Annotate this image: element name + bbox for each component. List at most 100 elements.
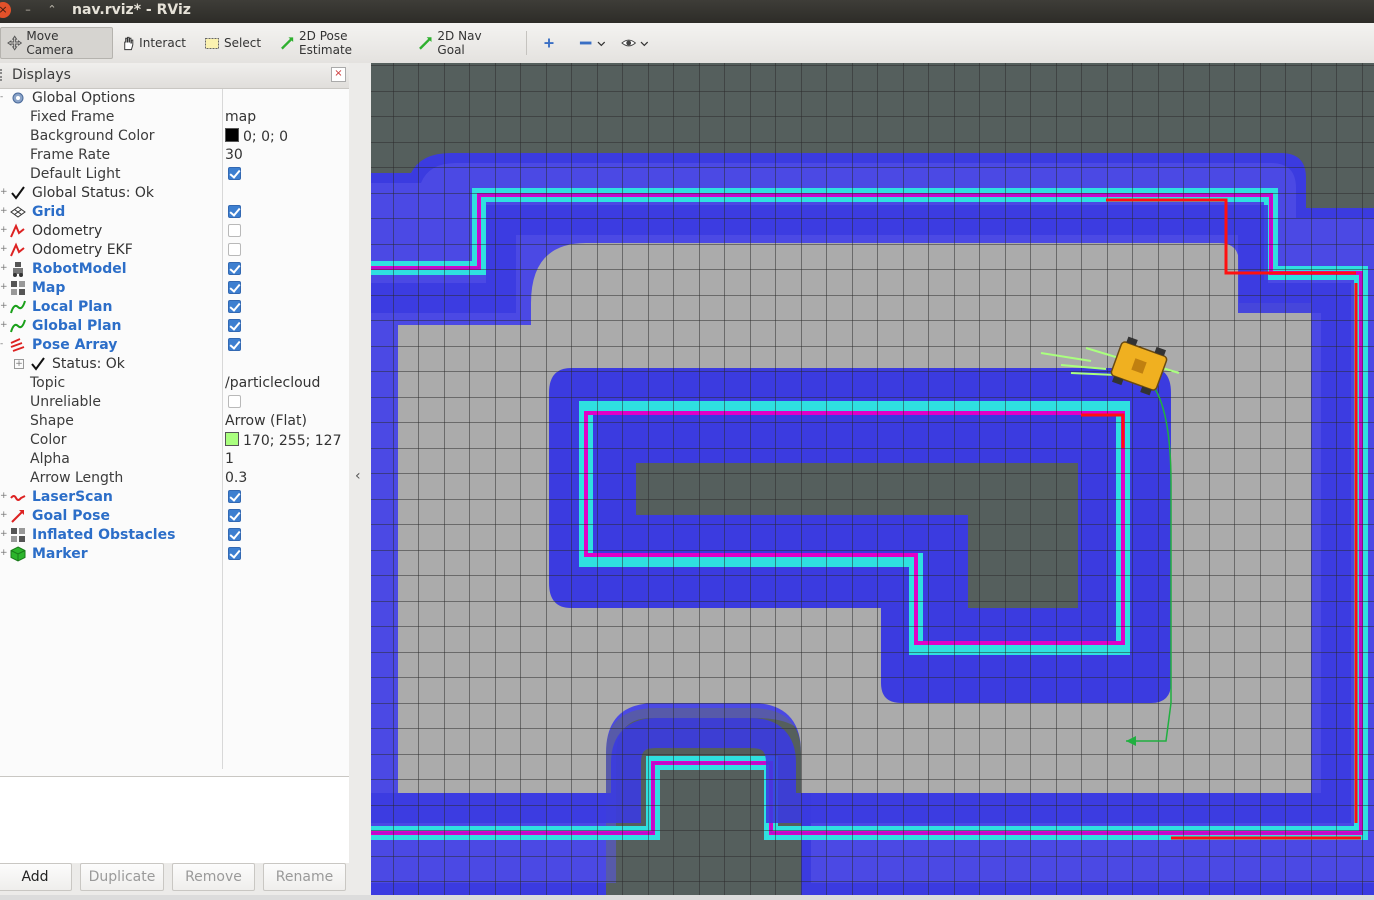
topic-value[interactable]: /particlecloud — [225, 375, 320, 391]
duplicate-button[interactable]: Duplicate — [80, 863, 164, 891]
tree-row-robotmodel[interactable]: + RobotModel — [0, 260, 349, 279]
tree-row-global-plan[interactable]: + Global Plan — [0, 317, 349, 336]
chevron-down-icon — [597, 41, 606, 46]
robotmodel-checkbox[interactable] — [228, 262, 241, 275]
remove-tool-menu[interactable] — [572, 27, 612, 59]
color-value[interactable]: 170; 255; 127 — [225, 432, 342, 449]
tree-row-global-options[interactable]: - Global Options — [0, 89, 349, 108]
close-icon[interactable]: × — [331, 67, 346, 82]
tree-row-arrow-length[interactable]: Arrow Length 0.3 — [0, 469, 349, 488]
tree-label: Fixed Frame — [30, 109, 115, 125]
tree-row-alpha[interactable]: Alpha 1 — [0, 450, 349, 469]
pose-array-icon — [10, 338, 25, 352]
expand-icon[interactable]: + — [0, 320, 8, 331]
frame-rate-value[interactable]: 30 — [225, 147, 243, 163]
pose-icon — [11, 510, 24, 523]
shape-value[interactable]: Arrow (Flat) — [225, 413, 307, 429]
tree-row-goal-pose[interactable]: + Goal Pose — [0, 507, 349, 526]
tree-row-grid[interactable]: + Grid — [0, 203, 349, 222]
tree-row-map[interactable]: + Map — [0, 279, 349, 298]
tool-bar: Move Camera Interact Select 2D Pose Esti… — [0, 23, 1374, 64]
tree-row-marker[interactable]: + Marker — [0, 545, 349, 564]
fixed-frame-value[interactable]: map — [225, 109, 256, 125]
panel-splitter[interactable]: ‹ — [349, 63, 371, 900]
tree-row-odometry-ekf[interactable]: + Odometry EKF — [0, 241, 349, 260]
default-light-checkbox[interactable] — [228, 167, 241, 180]
tree-row-shape[interactable]: Shape Arrow (Flat) — [0, 412, 349, 431]
arrow-length-value[interactable]: 0.3 — [225, 470, 247, 486]
pose-array-checkbox[interactable] — [228, 338, 241, 351]
select-tool[interactable]: Select — [198, 27, 268, 59]
eye-icon — [621, 39, 637, 47]
odometry-ekf-checkbox[interactable] — [228, 243, 241, 256]
check-icon — [31, 357, 45, 371]
rename-button[interactable]: Rename — [263, 863, 346, 891]
chevron-left-icon[interactable]: ‹ — [355, 468, 361, 484]
add-button[interactable]: Add — [0, 863, 72, 891]
tree-row-status-ok[interactable]: + Status: Ok — [0, 355, 349, 374]
local-plan-checkbox[interactable] — [228, 300, 241, 313]
tree-row-default-light[interactable]: Default Light — [0, 165, 349, 184]
minimize-icon[interactable]: – — [20, 2, 36, 18]
tree-label: Global Options — [32, 90, 136, 106]
tree-row-inflated-obstacles[interactable]: + Inflated Obstacles — [0, 526, 349, 545]
view-menu[interactable] — [615, 27, 655, 59]
goal-pose-checkbox[interactable] — [228, 509, 241, 522]
tree-row-fixed-frame[interactable]: Fixed Frame map — [0, 108, 349, 127]
maximize-icon[interactable]: ⌃ — [44, 2, 60, 18]
expand-icon[interactable]: + — [0, 225, 8, 236]
tree-row-color[interactable]: Color 170; 255; 127 — [0, 431, 349, 450]
status-strip — [0, 895, 1374, 900]
map-icon — [11, 528, 25, 542]
expand-icon[interactable]: + — [0, 529, 8, 540]
move-camera-tool[interactable]: Move Camera — [0, 27, 113, 59]
close-icon[interactable]: × — [0, 2, 11, 18]
add-tool-button[interactable] — [537, 27, 565, 59]
map-canvas[interactable] — [371, 63, 1374, 895]
remove-button[interactable]: Remove — [172, 863, 255, 891]
title-bar: × – ⌃ nav.rviz* - RViz — [0, 0, 1374, 23]
pose-estimate-tool[interactable]: 2D Pose Estimate — [274, 27, 404, 59]
alpha-value[interactable]: 1 — [225, 451, 234, 467]
tree-row-local-plan[interactable]: + Local Plan — [0, 298, 349, 317]
description-area — [0, 776, 349, 865]
expand-icon[interactable]: + — [0, 301, 8, 312]
grid-checkbox[interactable] — [228, 205, 241, 218]
marker-checkbox[interactable] — [228, 547, 241, 560]
laserscan-checkbox[interactable] — [228, 490, 241, 503]
expand-icon[interactable]: + — [0, 510, 8, 521]
tree-row-odometry[interactable]: + Odometry — [0, 222, 349, 241]
check-icon — [11, 186, 25, 200]
expand-icon[interactable]: + — [0, 263, 8, 274]
inflated-obstacles-checkbox[interactable] — [228, 528, 241, 541]
tree-row-global-status[interactable]: + Global Status: Ok — [0, 184, 349, 203]
plus-icon — [544, 38, 554, 48]
color-text: 170; 255; 127 — [243, 433, 342, 449]
expand-icon[interactable]: + — [0, 187, 8, 198]
tree-row-frame-rate[interactable]: Frame Rate 30 — [0, 146, 349, 165]
robot-icon — [13, 262, 23, 277]
global-plan-checkbox[interactable] — [228, 319, 241, 332]
tree-row-topic[interactable]: Topic /particlecloud — [0, 374, 349, 393]
odometry-checkbox[interactable] — [228, 224, 241, 237]
tree-row-pose-array[interactable]: - Pose Array — [0, 336, 349, 355]
collapse-icon[interactable]: - — [0, 339, 7, 350]
tree-row-unreliable[interactable]: Unreliable — [0, 393, 349, 412]
background-color-value[interactable]: 0; 0; 0 — [225, 128, 288, 145]
map-checkbox[interactable] — [228, 281, 241, 294]
tree-label: Grid — [32, 204, 66, 220]
expand-icon[interactable]: + — [0, 206, 8, 217]
expand-icon[interactable]: + — [0, 282, 8, 293]
tree-row-laserscan[interactable]: + LaserScan — [0, 488, 349, 507]
nav-goal-tool[interactable]: 2D Nav Goal — [412, 27, 516, 59]
expand-icon[interactable]: + — [14, 359, 24, 369]
tree-row-background-color[interactable]: Background Color 0; 0; 0 — [0, 127, 349, 146]
expand-icon[interactable]: + — [0, 548, 8, 559]
expand-icon[interactable]: + — [0, 244, 8, 255]
panel-grip[interactable] — [0, 69, 7, 81]
expand-icon[interactable]: + — [0, 491, 8, 502]
interact-tool[interactable]: Interact — [114, 27, 192, 59]
render-view[interactable] — [371, 63, 1374, 895]
collapse-icon[interactable]: - — [0, 92, 7, 103]
unreliable-checkbox[interactable] — [228, 395, 241, 408]
